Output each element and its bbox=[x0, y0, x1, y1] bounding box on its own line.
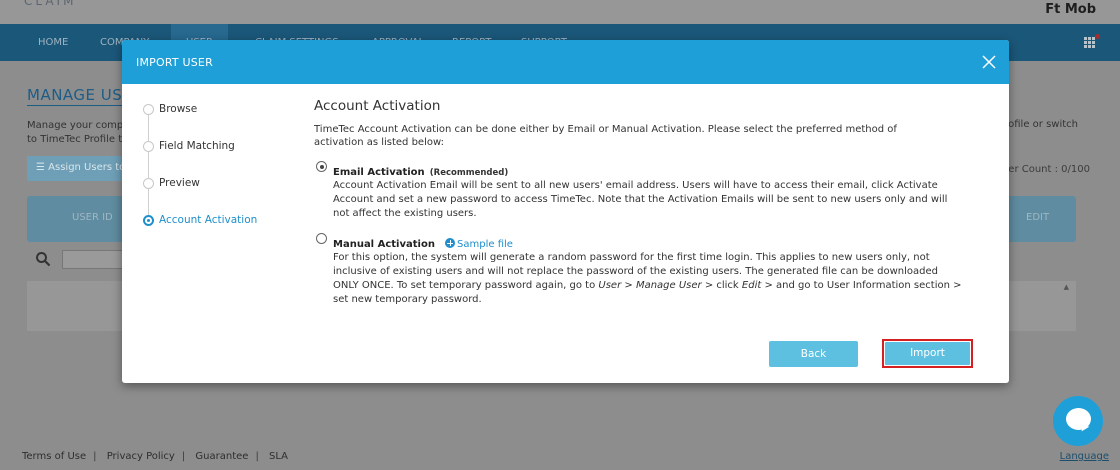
manual-activation-description: For this option, the system will generat… bbox=[333, 251, 965, 307]
step-connector bbox=[148, 110, 149, 221]
page-description-right: rofile or switch bbox=[1004, 119, 1078, 130]
user-count: ser Count : 0/100 bbox=[1003, 164, 1090, 175]
step-dot-active-icon bbox=[143, 215, 154, 226]
assign-users-label: Assign Users to bbox=[48, 162, 126, 173]
user-name[interactable]: Ft Mob bbox=[1045, 2, 1096, 17]
app-logo: CLAIM bbox=[24, 0, 77, 8]
close-icon[interactable] bbox=[981, 54, 997, 70]
path-user: User bbox=[598, 280, 622, 291]
import-user-modal: IMPORT USER Browse Field Matching Previe… bbox=[122, 40, 1009, 383]
activation-content: Account Activation TimeTec Account Activ… bbox=[314, 98, 974, 307]
section-title: Account Activation bbox=[314, 98, 441, 114]
import-button[interactable]: Import bbox=[885, 342, 970, 365]
notification-dot bbox=[1095, 34, 1100, 39]
top-bar: CLAIM Ft Mob bbox=[0, 0, 1120, 24]
recommended-tag: (Recommended) bbox=[429, 168, 509, 178]
footer-guarantee-link[interactable]: Guarantee bbox=[195, 451, 248, 462]
step-label: Browse bbox=[159, 103, 198, 115]
step-dot-icon bbox=[143, 178, 154, 189]
manual-desc-part2: > click bbox=[701, 280, 742, 291]
footer-sla-link[interactable]: SLA bbox=[269, 451, 288, 462]
search-icon[interactable] bbox=[35, 251, 51, 267]
email-activation-radio[interactable] bbox=[316, 161, 327, 172]
modal-header: IMPORT USER bbox=[122, 40, 1009, 84]
step-label: Field Matching bbox=[159, 140, 235, 152]
language-link[interactable]: Language bbox=[1060, 451, 1109, 462]
footer-privacy-link[interactable]: Privacy Policy bbox=[107, 451, 175, 462]
path-manage-user: Manage User bbox=[635, 280, 702, 291]
manual-activation-option[interactable]: Manual Activation Sample file For this o… bbox=[314, 232, 974, 307]
step-label: Preview bbox=[159, 177, 200, 189]
path-edit: Edit bbox=[741, 280, 762, 291]
intro-text: TimeTec Account Activation can be done e… bbox=[314, 124, 897, 148]
col-user-id[interactable]: USER ID bbox=[72, 212, 113, 223]
email-activation-option[interactable]: Email Activation (Recommended) Account A… bbox=[314, 160, 974, 221]
apps-grid-icon[interactable] bbox=[1084, 37, 1096, 49]
email-activation-description: Account Activation Email will be sent to… bbox=[333, 180, 948, 219]
nav-home[interactable]: HOME bbox=[38, 37, 68, 48]
path-gt: > bbox=[621, 280, 636, 291]
sample-file-link[interactable]: Sample file bbox=[445, 238, 513, 250]
footer-terms-link[interactable]: Terms of Use bbox=[22, 451, 86, 462]
scroll-up-arrow-icon[interactable]: ▲ bbox=[1064, 283, 1069, 291]
footer-links: Terms of Use | Privacy Policy | Guarantee |… bbox=[22, 451, 289, 462]
back-button[interactable]: Back bbox=[769, 341, 858, 367]
manual-activation-radio[interactable] bbox=[316, 233, 327, 244]
step-label: Account Activation bbox=[159, 214, 258, 226]
sample-file-label: Sample file bbox=[457, 239, 513, 250]
modal-title: IMPORT USER bbox=[136, 56, 213, 69]
manual-activation-title: Manual Activation bbox=[333, 239, 435, 250]
col-edit: EDIT bbox=[1026, 212, 1050, 223]
step-dot-icon bbox=[143, 141, 154, 152]
email-activation-title: Email Activation bbox=[333, 167, 425, 178]
chat-widget-icon[interactable] bbox=[1053, 396, 1103, 446]
step-dot-icon bbox=[143, 104, 154, 115]
plus-circle-icon bbox=[445, 238, 456, 248]
assign-users-button[interactable]: ☰ Assign Users to bbox=[27, 156, 127, 181]
